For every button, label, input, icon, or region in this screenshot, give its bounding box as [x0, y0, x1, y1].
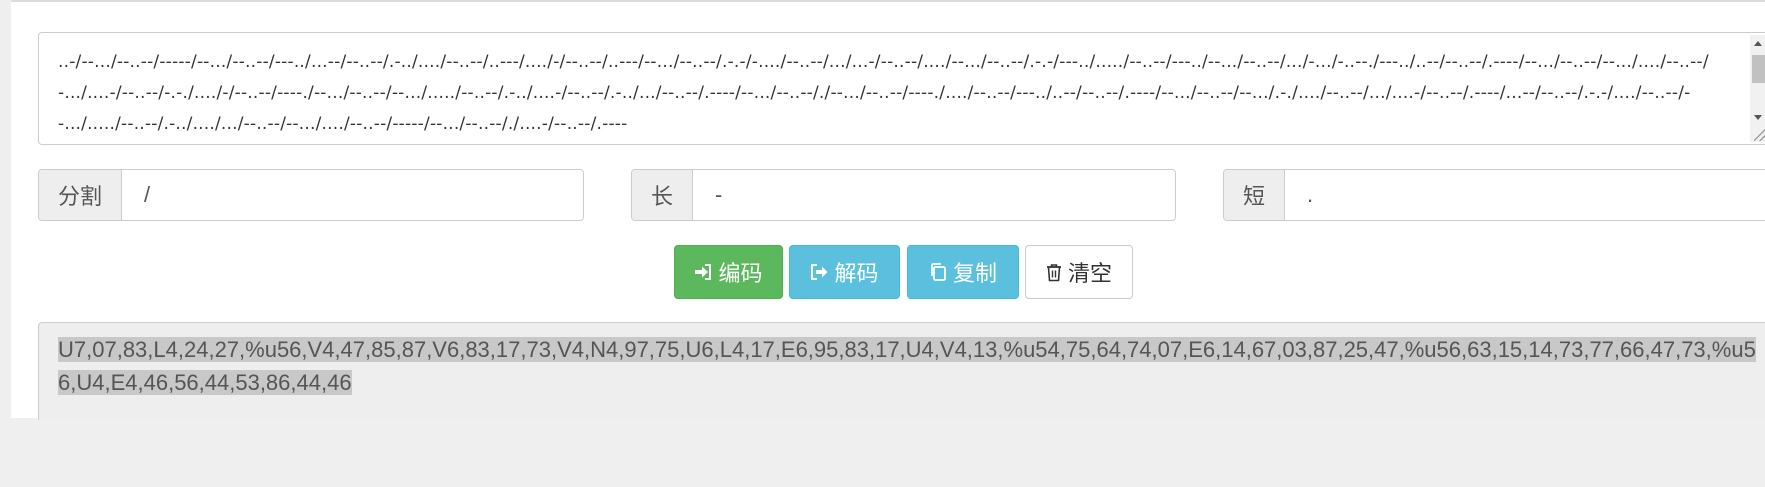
encode-button[interactable]: 编码 [674, 245, 783, 299]
split-input-group: 分割 [38, 169, 584, 221]
copy-label: 复制 [952, 262, 997, 287]
split-label: 分割 [39, 170, 122, 220]
decode-button[interactable]: 解码 [789, 245, 900, 299]
result-text: U7,07,83,L4,24,27,%u56,V4,47,85,87,V6,83… [58, 333, 1758, 399]
short-input[interactable] [1285, 170, 1765, 220]
result-textarea[interactable]: U7,07,83,L4,24,27,%u56,V4,47,85,87,V6,83… [38, 322, 1765, 420]
morse-text: ..-/--.../--..--/-----/--.../--..--/---.… [58, 52, 1709, 134]
decode-label: 解码 [834, 262, 879, 287]
scroll-down-icon[interactable] [1754, 115, 1762, 120]
long-label: 长 [632, 170, 693, 220]
vertical-scrollbar[interactable] [1750, 35, 1765, 142]
clear-button[interactable]: 清空 [1025, 245, 1133, 299]
sign-in-icon [694, 263, 712, 281]
long-input-group: 长 [631, 169, 1176, 221]
selected-result-text: U7,07,83,L4,24,27,%u56,V4,47,85,87,V6,83… [58, 337, 1756, 395]
scroll-up-icon[interactable] [1754, 41, 1762, 46]
long-input[interactable] [693, 170, 1175, 220]
short-label: 短 [1224, 170, 1285, 220]
copy-button[interactable]: 复制 [907, 245, 1019, 299]
morse-textarea[interactable]: ..-/--.../--..--/-----/--.../--..--/---.… [38, 32, 1765, 145]
copy-icon [929, 262, 947, 282]
clear-label: 清空 [1067, 262, 1112, 287]
encode-label: 编码 [718, 262, 763, 287]
trash-icon [1046, 263, 1062, 282]
page: ..-/--.../--..--/-----/--.../--..--/---.… [0, 0, 1765, 487]
split-input[interactable] [122, 170, 583, 220]
resize-grip-icon[interactable] [1754, 129, 1765, 141]
short-input-group: 短 [1223, 169, 1765, 221]
scroll-thumb[interactable] [1752, 55, 1765, 83]
converter-panel: ..-/--.../--..--/-----/--.../--..--/---.… [11, 0, 1765, 420]
sign-out-icon [810, 263, 828, 281]
